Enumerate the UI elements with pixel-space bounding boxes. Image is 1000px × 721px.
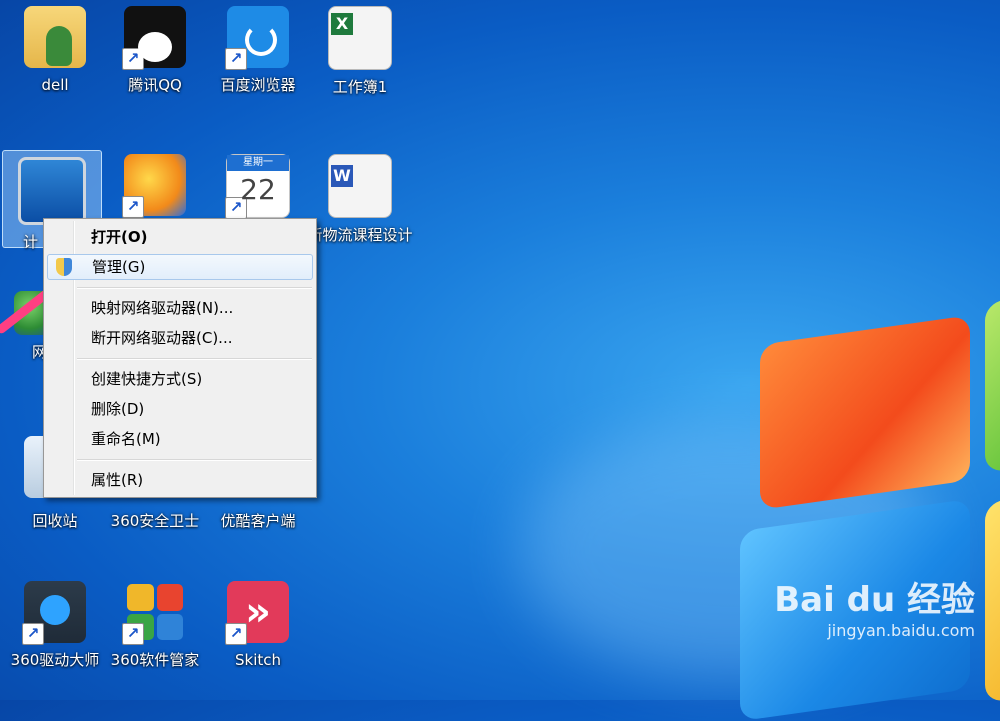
baidu-jingyan-watermark: Bai du 经验 jingyan.baidu.com bbox=[774, 572, 975, 640]
desktop-icon-360driver[interactable]: ↗ 360驱动大师 bbox=[0, 575, 110, 685]
icon-label: 优酷客户端 bbox=[220, 512, 296, 530]
excel-file-icon bbox=[328, 6, 392, 70]
computer-monitor-icon bbox=[18, 157, 86, 225]
desktop-icon-360software[interactable]: ↗ 360软件管家 bbox=[100, 575, 210, 685]
icon-label: 360驱动大师 bbox=[10, 651, 100, 669]
icon-label: 新物流课程设计 bbox=[307, 226, 413, 244]
shortcut-arrow-icon: ↗ bbox=[225, 48, 247, 70]
menu-item-properties[interactable]: 属性(R) bbox=[47, 467, 313, 493]
icon-label: 腾讯QQ bbox=[128, 76, 182, 94]
user-folder-icon bbox=[24, 6, 86, 68]
calendar-icon: ↗ bbox=[225, 154, 290, 219]
qq-penguin-icon: ↗ bbox=[122, 6, 186, 70]
icon-label: dell bbox=[41, 76, 69, 94]
shortcut-arrow-icon: ↗ bbox=[225, 623, 247, 645]
windows-logo-green bbox=[985, 297, 1000, 473]
icon-label: 百度浏览器 bbox=[220, 76, 296, 94]
watermark-brand: Bai du 经验 bbox=[774, 580, 975, 620]
word-file-icon bbox=[328, 154, 392, 218]
desktop-icon-qq[interactable]: ↗ 腾讯QQ bbox=[100, 0, 210, 110]
menu-separator bbox=[77, 358, 312, 360]
menu-item-manage[interactable]: 管理(G) bbox=[47, 254, 313, 280]
menu-item-disconnect-network-drive[interactable]: 断开网络驱动器(C)... bbox=[47, 325, 313, 351]
uac-shield-icon bbox=[56, 258, 72, 276]
menu-separator bbox=[77, 459, 312, 461]
context-menu: 打开(O) 管理(G) 映射网络驱动器(N)... 断开网络驱动器(C)... … bbox=[43, 218, 317, 498]
desktop-icon-baidu-browser[interactable]: ↗ 百度浏览器 bbox=[203, 0, 313, 110]
360-driver-icon: ↗ bbox=[22, 581, 86, 645]
360-software-manager-icon: ↗ bbox=[122, 581, 186, 645]
desktop-icon-dell[interactable]: dell bbox=[0, 0, 110, 110]
windows-logo-yellow bbox=[985, 497, 1000, 703]
windows-logo-red bbox=[760, 315, 970, 510]
menu-item-map-network-drive[interactable]: 映射网络驱动器(N)... bbox=[47, 295, 313, 321]
menu-item-delete[interactable]: 删除(D) bbox=[47, 396, 313, 422]
menu-item-manage-label: 管理(G) bbox=[92, 258, 146, 276]
menu-item-create-shortcut[interactable]: 创建快捷方式(S) bbox=[47, 366, 313, 392]
menu-item-open[interactable]: 打开(O) bbox=[47, 224, 313, 250]
icon-label: 360软件管家 bbox=[110, 651, 200, 669]
shortcut-arrow-icon: ↗ bbox=[122, 623, 144, 645]
icon-label: 360安全卫士 bbox=[110, 512, 200, 530]
desktop-icon-skitch[interactable]: ↗ Skitch bbox=[203, 575, 313, 685]
360-browser-icon: ↗ bbox=[122, 154, 186, 218]
menu-separator bbox=[77, 287, 312, 289]
menu-item-rename[interactable]: 重命名(M) bbox=[47, 426, 313, 452]
skitch-icon: ↗ bbox=[225, 581, 289, 645]
baidu-browser-icon: ↗ bbox=[225, 6, 289, 70]
watermark-url: jingyan.baidu.com bbox=[827, 621, 975, 640]
shortcut-arrow-icon: ↗ bbox=[225, 197, 247, 219]
icon-label: 工作簿1 bbox=[332, 78, 388, 96]
desktop-icon-word-doc[interactable]: 新物流课程设计 bbox=[305, 148, 415, 258]
icon-label: Skitch bbox=[234, 651, 281, 669]
shortcut-arrow-icon: ↗ bbox=[122, 196, 144, 218]
icon-label: 回收站 bbox=[32, 512, 78, 530]
desktop-icon-workbook1[interactable]: 工作簿1 bbox=[305, 0, 415, 110]
shortcut-arrow-icon: ↗ bbox=[122, 48, 144, 70]
shortcut-arrow-icon: ↗ bbox=[22, 623, 44, 645]
